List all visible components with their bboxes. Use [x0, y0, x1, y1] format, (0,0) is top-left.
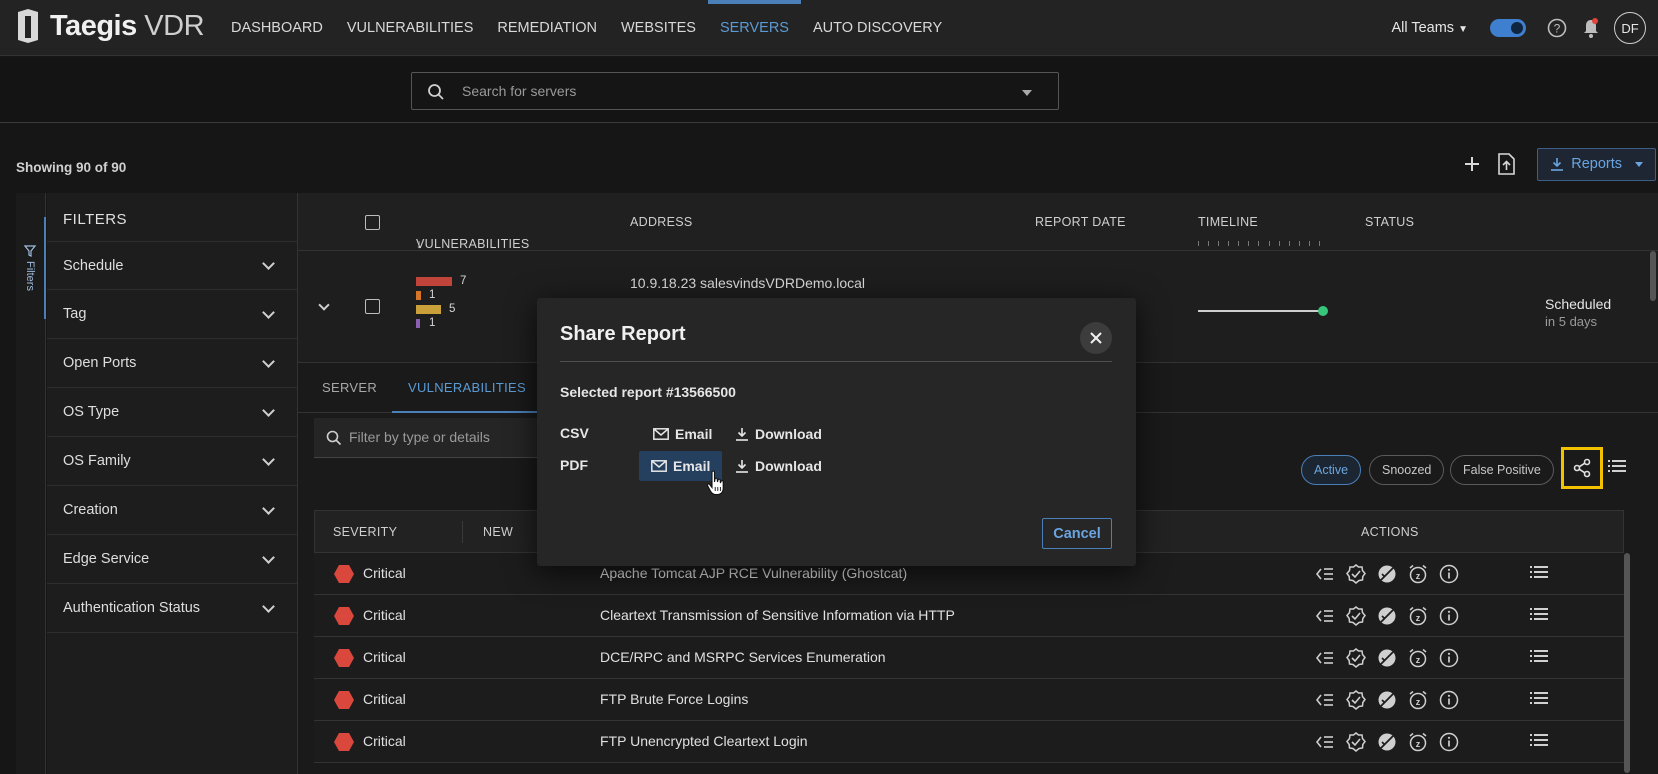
- download-icon: [736, 428, 748, 441]
- selected-report-text: Selected report #13566500: [560, 384, 736, 400]
- pdf-label: PDF: [560, 457, 588, 473]
- modal-overlay: Share Report Selected report #13566500 C…: [0, 0, 1658, 774]
- download-icon: [736, 460, 748, 473]
- mail-icon: [653, 428, 669, 440]
- download-label: Download: [755, 458, 822, 474]
- csv-email-button[interactable]: Email: [641, 420, 724, 448]
- csv-label: CSV: [560, 425, 589, 441]
- cancel-button[interactable]: Cancel: [1042, 518, 1112, 549]
- dialog-title: Share Report: [560, 323, 686, 345]
- pdf-download-button[interactable]: Download: [723, 452, 834, 480]
- email-label: Email: [675, 426, 713, 442]
- close-icon: [1090, 332, 1102, 344]
- download-label: Download: [755, 426, 822, 442]
- share-report-dialog: Share Report Selected report #13566500 C…: [537, 298, 1136, 566]
- email-label: Email: [673, 458, 711, 474]
- mail-icon: [651, 460, 667, 472]
- dialog-divider: [560, 361, 1112, 362]
- hand-pointer-cursor-icon: [706, 470, 724, 496]
- csv-download-button[interactable]: Download: [723, 420, 834, 448]
- close-button[interactable]: [1080, 322, 1112, 354]
